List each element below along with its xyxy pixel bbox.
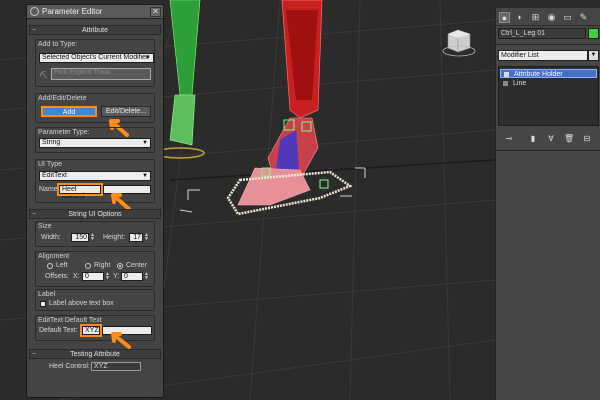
heel-control-field[interactable]: XYZ bbox=[91, 362, 141, 371]
label-above-text: Label above text box bbox=[49, 300, 114, 307]
rollout-testing-attribute[interactable]: − Testing Attribute bbox=[29, 349, 161, 359]
visibility-icon[interactable] bbox=[503, 81, 508, 86]
modify-tab-icon[interactable]: ◗ bbox=[514, 12, 525, 23]
add-edit-delete-label: Add/Edit/Delete bbox=[38, 95, 87, 102]
align-left-label: Left bbox=[56, 262, 68, 269]
default-text-field[interactable]: XYZ bbox=[80, 324, 102, 337]
ui-type-label: UI Type bbox=[38, 161, 62, 168]
align-right-label: Right bbox=[94, 262, 111, 269]
make-unique-icon[interactable]: ∀ bbox=[546, 134, 556, 144]
stack-toolbar: ⊸ ▮ ∀ 🗑 ⊟ bbox=[498, 132, 599, 146]
name-field[interactable]: Heel Control bbox=[57, 183, 103, 200]
align-right-radio[interactable] bbox=[85, 263, 91, 269]
annotation-arrow-icon bbox=[111, 193, 131, 211]
heel-control-label: Heel Control: bbox=[49, 363, 90, 370]
parameter-type-dropdown[interactable]: String ▼ bbox=[39, 138, 151, 148]
remove-modifier-icon[interactable]: 🗑 bbox=[564, 134, 574, 144]
window-title: Parameter Editor bbox=[42, 7, 103, 16]
annotation-arrow-icon bbox=[111, 332, 131, 349]
group-alignment: Alignment bbox=[35, 251, 155, 287]
rollout-attribute[interactable]: − Attribute bbox=[29, 25, 161, 35]
align-center-radio[interactable] bbox=[117, 263, 123, 269]
object-color-swatch[interactable] bbox=[588, 28, 599, 39]
width-field[interactable]: 150 bbox=[71, 233, 89, 242]
width-label: Width: bbox=[41, 234, 61, 241]
offset-x-field[interactable]: 0 bbox=[82, 272, 104, 281]
stack-item-attribute-holder[interactable]: Attribute Holder bbox=[500, 69, 597, 78]
name-label: Name: bbox=[39, 186, 60, 193]
app-icon bbox=[30, 7, 39, 16]
add-to-type-label: Add to Type: bbox=[38, 41, 78, 48]
pick-track-icon: ⛏ bbox=[39, 72, 48, 79]
parameter-editor-window: Parameter Editor ✕ − Attribute Add to Ty… bbox=[26, 4, 164, 398]
modifier-stack: Attribute Holder Line bbox=[498, 66, 599, 126]
offsets-label: Offsets: bbox=[45, 273, 69, 280]
object-name-field[interactable]: Ctrl_L_Leg 01 bbox=[498, 28, 586, 39]
y-label: Y: bbox=[113, 273, 120, 280]
offset-x-spinner-icon[interactable]: ▲ ▼ bbox=[105, 272, 110, 281]
visibility-icon[interactable] bbox=[504, 72, 509, 77]
alignment-label: Alignment bbox=[38, 253, 70, 260]
utilities-tab-icon[interactable]: ✎ bbox=[578, 12, 589, 23]
offset-y-spinner-icon[interactable]: ▲ ▼ bbox=[144, 272, 149, 281]
chevron-down-icon: ▼ bbox=[142, 173, 148, 179]
hierarchy-tab-icon[interactable]: ⊞ bbox=[530, 12, 541, 23]
parameter-type-label: Parameter Type: bbox=[38, 129, 90, 136]
display-tab-icon[interactable]: ▭ bbox=[562, 12, 573, 23]
align-left-radio[interactable] bbox=[47, 263, 53, 269]
chevron-down-icon: ▼ bbox=[142, 140, 148, 146]
parameter-editor-titlebar: Parameter Editor ✕ bbox=[27, 5, 163, 19]
default-text-label: Default Text: bbox=[39, 327, 78, 334]
show-end-result-icon[interactable]: ▮ bbox=[528, 134, 538, 144]
height-label: Height: bbox=[103, 234, 126, 241]
height-spinner-icon[interactable]: ▲ ▼ bbox=[144, 233, 149, 242]
motion-tab-icon[interactable]: ◉ bbox=[546, 12, 557, 23]
align-center-label: Center bbox=[126, 262, 148, 269]
width-spinner-icon[interactable]: ▲ ▼ bbox=[90, 233, 95, 242]
pick-explicit-track-button[interactable]: Pick Explicit Track bbox=[51, 68, 151, 80]
label-group-label: Label bbox=[38, 291, 56, 298]
offset-y-field[interactable]: 0 bbox=[121, 272, 143, 281]
add-button[interactable]: Add bbox=[41, 106, 97, 117]
group-ui-type: UI Type bbox=[35, 159, 155, 203]
stack-item-line[interactable]: Line bbox=[500, 79, 597, 88]
rollout-string-ui-options[interactable]: − String UI Options bbox=[29, 209, 161, 219]
chevron-down-icon: ▼ bbox=[145, 55, 151, 61]
command-panel: ● ◗ ⊞ ◉ ▭ ✎ Ctrl_L_Leg 01 Modifier List … bbox=[495, 8, 600, 400]
modifier-list-dropdown[interactable]: Modifier List bbox=[498, 50, 588, 61]
ui-type-dropdown[interactable]: EditText ▼ bbox=[39, 171, 151, 181]
chevron-down-icon[interactable]: ▼ bbox=[588, 50, 599, 61]
height-field[interactable]: 17 bbox=[129, 233, 143, 242]
add-to-type-dropdown[interactable]: Selected Object's Current Modifier ▼ bbox=[39, 53, 154, 63]
create-tab-icon[interactable]: ● bbox=[499, 12, 510, 23]
label-above-checkbox[interactable] bbox=[40, 301, 46, 307]
size-label: Size bbox=[38, 223, 52, 230]
x-label: X: bbox=[73, 273, 80, 280]
close-icon[interactable]: ✕ bbox=[150, 6, 161, 17]
edittext-default-label: EditText Default Text bbox=[38, 317, 102, 324]
configure-sets-icon[interactable]: ⊟ bbox=[582, 134, 592, 144]
pin-stack-icon[interactable]: ⊸ bbox=[504, 134, 514, 144]
